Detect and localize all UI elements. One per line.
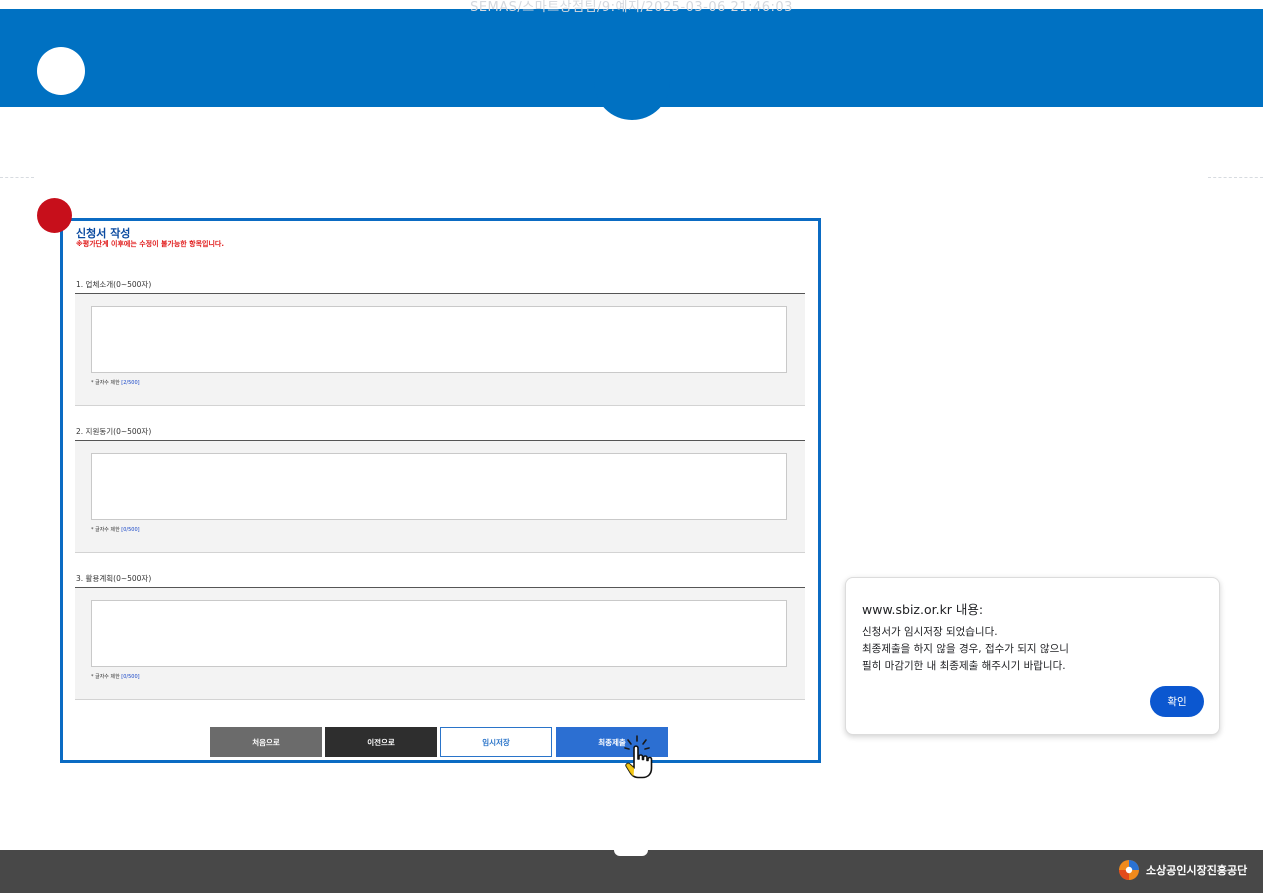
char-count-prefix: * 글자수 제한: [91, 674, 120, 680]
alert-dialog: www.sbiz.or.kr 내용: 신청서가 임시저장 되었습니다. 최종제출…: [845, 577, 1220, 735]
header-notch: [594, 60, 670, 120]
dialog-message-line: 필히 마감기한 내 최종제출 해주시기 바랍니다.: [862, 660, 1066, 672]
dashed-divider-left: [0, 177, 34, 178]
dialog-message: 신청서가 임시저장 되었습니다. 최종제출을 하지 않을 경우, 접수가 되지 …: [862, 624, 1069, 675]
char-count-max: 500: [128, 380, 138, 386]
dialog-ok-button[interactable]: 확인: [1150, 686, 1204, 717]
previous-button[interactable]: 이전으로: [325, 727, 437, 757]
section-label: 3. 활용계획(0~500자): [76, 574, 152, 583]
white-circle-icon: [37, 47, 85, 95]
footer-bar: 소상공인시장진흥공단: [0, 850, 1263, 893]
section-label: 2. 지원동기(0~500자): [76, 427, 152, 436]
section-body: * 글자수 제한 [0/500]: [75, 588, 805, 700]
application-form-frame: 신청서 작성 ※평가단계 이후에는 수정이 불가능한 항목입니다. 1. 업체소…: [60, 218, 821, 763]
section-label: 1. 업체소개(0~500자): [76, 280, 152, 289]
section-usage-plan: 3. 활용계획(0~500자) * 글자수 제한 [0/500]: [75, 573, 805, 700]
section-body: * 글자수 제한 [2/500]: [75, 294, 805, 406]
section-company-intro: 1. 업체소개(0~500자) * 글자수 제한 [2/500]: [75, 279, 805, 406]
dashed-divider-right: [1208, 177, 1263, 178]
red-circle-icon: [37, 198, 72, 233]
char-count: * 글자수 제한 [0/500]: [91, 674, 140, 680]
form-notice: ※평가단계 이후에는 수정이 불가능한 항목입니다.: [76, 240, 225, 248]
char-count: * 글자수 제한 [2/500]: [91, 380, 140, 386]
first-page-button[interactable]: 처음으로: [210, 727, 322, 757]
dialog-message-line: 신청서가 임시저장 되었습니다.: [862, 626, 998, 638]
hand-pointer-click-icon: [624, 735, 653, 779]
footer-notch: [614, 850, 648, 856]
char-count: * 글자수 제한 [0/500]: [91, 527, 140, 533]
section-motivation: 2. 지원동기(0~500자) * 글자수 제한 [0/500]: [75, 426, 805, 553]
char-count-max: 500: [128, 674, 138, 680]
motivation-textarea[interactable]: [91, 453, 787, 520]
temp-save-button[interactable]: 임시저장: [440, 727, 552, 757]
dialog-title: www.sbiz.or.kr 내용:: [862, 602, 984, 617]
company-intro-textarea[interactable]: [91, 306, 787, 373]
organization-name: 소상공인시장진흥공단: [1146, 864, 1248, 877]
usage-plan-textarea[interactable]: [91, 600, 787, 667]
dialog-message-line: 최종제출을 하지 않을 경우, 접수가 되지 않으니: [862, 643, 1069, 655]
char-count-prefix: * 글자수 제한: [91, 527, 120, 533]
section-body: * 글자수 제한 [0/500]: [75, 441, 805, 553]
char-count-max: 500: [128, 527, 138, 533]
semas-logo-icon: [1119, 860, 1139, 880]
char-count-prefix: * 글자수 제한: [91, 380, 120, 386]
watermark: SEMAS/스마트상점팀/9:예지/2025-03-06 21:46:03: [470, 0, 793, 15]
